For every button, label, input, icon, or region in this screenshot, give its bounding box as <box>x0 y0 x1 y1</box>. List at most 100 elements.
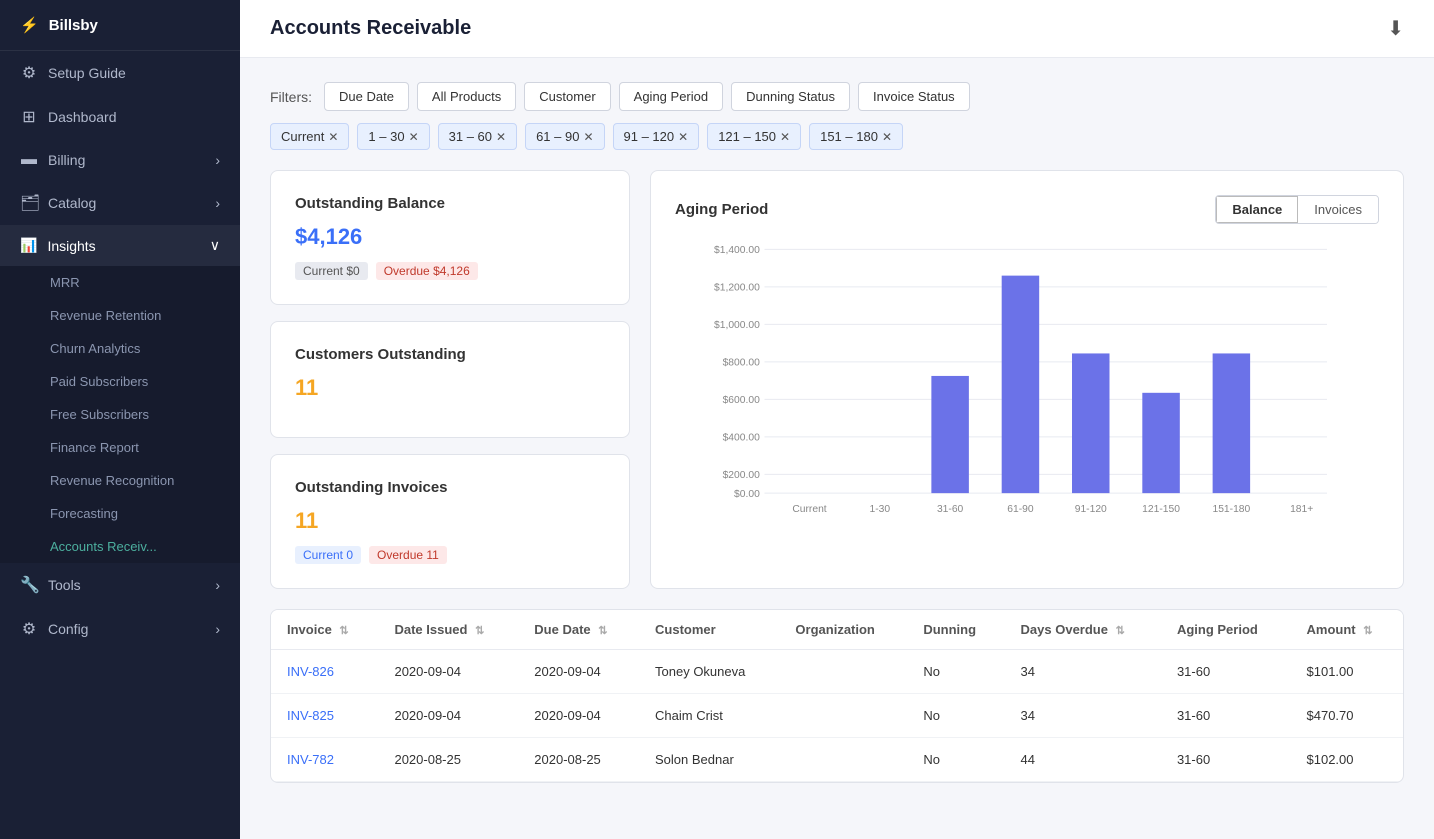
config-label: Config <box>48 621 88 637</box>
sidebar-item-finance-report[interactable]: Finance Report <box>0 431 240 464</box>
toggle-balance-button[interactable]: Balance <box>1216 196 1298 223</box>
invoice-link[interactable]: INV-782 <box>271 738 378 782</box>
aging-period-cell: 31-60 <box>1161 738 1291 782</box>
sidebar: ⚡ Billsby ⚙ Setup Guide ⊞ Dashboard ▬ Bi… <box>0 0 240 839</box>
filter-tag-91-120[interactable]: 91 – 120 ✕ <box>613 123 700 150</box>
sort-icon[interactable]: ⇅ <box>1363 625 1372 637</box>
remove-151-180-icon[interactable]: ✕ <box>882 130 892 144</box>
sidebar-item-setup-guide[interactable]: ⚙ Setup Guide <box>0 51 240 95</box>
catalog-icon: 🗂 <box>20 193 38 213</box>
sidebar-item-paid-subscribers[interactable]: Paid Subscribers <box>0 365 240 398</box>
dunning-cell: No <box>907 738 1004 782</box>
outstanding-invoices-title: Outstanding Invoices <box>295 479 605 496</box>
filter-all-products[interactable]: All Products <box>417 82 516 111</box>
invoices-table: Invoice ⇅ Date Issued ⇅ Due Date ⇅ Cus <box>270 609 1404 783</box>
outstanding-invoices-card: Outstanding Invoices 11 Current 0 Overdu… <box>270 454 630 589</box>
remove-current-icon[interactable]: ✕ <box>328 130 338 144</box>
invoice-link[interactable]: INV-826 <box>271 650 378 694</box>
filters-label: Filters: <box>270 89 312 105</box>
sidebar-item-label: Billing <box>48 152 85 168</box>
remove-1-30-icon[interactable]: ✕ <box>409 130 419 144</box>
sidebar-item-tools[interactable]: 🔧 Tools › <box>0 563 240 607</box>
page-header: Accounts Receivable ⬇ <box>240 0 1434 58</box>
insights-submenu: MRR Revenue Retention Churn Analytics Pa… <box>0 266 240 563</box>
amount-cell: $102.00 <box>1291 738 1403 782</box>
filter-tag-31-60[interactable]: 31 – 60 ✕ <box>438 123 517 150</box>
sidebar-item-config[interactable]: ⚙ Config › <box>0 607 240 651</box>
sidebar-item-mrr[interactable]: MRR <box>0 266 240 299</box>
chart-title: Aging Period <box>675 201 768 218</box>
app-name: Billsby <box>49 17 98 34</box>
filter-invoice-status[interactable]: Invoice Status <box>858 82 970 111</box>
sidebar-item-insights[interactable]: 📊 Insights ∨ <box>0 225 240 266</box>
filter-customer[interactable]: Customer <box>524 82 610 111</box>
sub-item-label: Revenue Retention <box>50 308 161 323</box>
table-head: Invoice ⇅ Date Issued ⇅ Due Date ⇅ Cus <box>271 610 1403 650</box>
organization-cell <box>779 738 907 782</box>
toggle-invoices-button[interactable]: Invoices <box>1298 196 1378 223</box>
remove-61-90-icon[interactable]: ✕ <box>583 130 593 144</box>
col-organization: Organization <box>779 610 907 650</box>
billing-icon: ▬ <box>20 151 38 169</box>
setup-guide-icon: ⚙ <box>20 63 38 83</box>
chevron-right-icon: › <box>215 152 220 168</box>
filter-tag-151-180[interactable]: 151 – 180 ✕ <box>809 123 903 150</box>
sort-icon[interactable]: ⇅ <box>1116 625 1125 637</box>
organization-cell <box>779 650 907 694</box>
dunning-cell: No <box>907 650 1004 694</box>
cards-column: Outstanding Balance $4,126 Current $0 Ov… <box>270 170 630 589</box>
sidebar-item-free-subscribers[interactable]: Free Subscribers <box>0 398 240 431</box>
bar-chart: $1,400.00 $1,200.00 $1,000.00 $800.00 $6… <box>675 240 1379 540</box>
sidebar-item-billing[interactable]: ▬ Billing › <box>0 139 240 181</box>
remove-31-60-icon[interactable]: ✕ <box>496 130 506 144</box>
download-button[interactable]: ⬇ <box>1387 16 1404 41</box>
current-invoices-badge: Current 0 <box>295 546 361 564</box>
sidebar-item-forecasting[interactable]: Forecasting <box>0 497 240 530</box>
tools-label: Tools <box>48 577 81 593</box>
remove-121-150-icon[interactable]: ✕ <box>780 130 790 144</box>
sort-icon[interactable]: ⇅ <box>339 625 348 637</box>
filter-due-date[interactable]: Due Date <box>324 82 409 111</box>
chart-header: Aging Period Balance Invoices <box>675 195 1379 224</box>
sort-icon[interactable]: ⇅ <box>598 625 607 637</box>
filter-tag-61-90[interactable]: 61 – 90 ✕ <box>525 123 604 150</box>
chevron-right-icon: › <box>215 577 220 593</box>
outstanding-balance-value: $4,126 <box>295 224 605 250</box>
sub-item-label: Finance Report <box>50 440 139 455</box>
remove-91-120-icon[interactable]: ✕ <box>678 130 688 144</box>
sidebar-item-catalog[interactable]: 🗂 Catalog › <box>0 181 240 225</box>
svg-text:121-150: 121-150 <box>1142 504 1180 515</box>
tools-icon: 🔧 <box>20 575 38 595</box>
sort-icon[interactable]: ⇅ <box>475 625 484 637</box>
outstanding-invoices-footer: Current 0 Overdue 11 <box>295 546 605 564</box>
sub-item-label: Forecasting <box>50 506 118 521</box>
filter-dunning-status[interactable]: Dunning Status <box>731 82 850 111</box>
days-overdue-cell: 44 <box>1005 738 1161 782</box>
sidebar-item-revenue-retention[interactable]: Revenue Retention <box>0 299 240 332</box>
filter-tag-121-150[interactable]: 121 – 150 ✕ <box>707 123 801 150</box>
insights-icon: 📊 <box>20 237 37 254</box>
sub-item-label: Free Subscribers <box>50 407 149 422</box>
sidebar-item-revenue-recognition[interactable]: Revenue Recognition <box>0 464 240 497</box>
page-content: Filters: Due Date All Products Customer … <box>240 58 1434 807</box>
filter-tag-current[interactable]: Current ✕ <box>270 123 349 150</box>
sidebar-item-churn-analytics[interactable]: Churn Analytics <box>0 332 240 365</box>
svg-text:31-60: 31-60 <box>937 504 964 515</box>
table-row: INV-826 2020-09-04 2020-09-04 Toney Okun… <box>271 650 1403 694</box>
config-icon: ⚙ <box>20 619 38 639</box>
bar-chart-svg: $1,400.00 $1,200.00 $1,000.00 $800.00 $6… <box>675 240 1379 540</box>
sub-item-label: Accounts Receiv... <box>50 539 157 554</box>
svg-text:$1,200.00: $1,200.00 <box>714 283 760 294</box>
filter-tag-1-30[interactable]: 1 – 30 ✕ <box>357 123 429 150</box>
filters-row: Filters: Due Date All Products Customer … <box>270 82 1404 111</box>
outstanding-balance-card: Outstanding Balance $4,126 Current $0 Ov… <box>270 170 630 305</box>
dashboard-icon: ⊞ <box>20 107 38 127</box>
sidebar-item-accounts-receivable[interactable]: Accounts Receiv... <box>0 530 240 563</box>
invoice-link[interactable]: INV-825 <box>271 694 378 738</box>
sidebar-item-dashboard[interactable]: ⊞ Dashboard <box>0 95 240 139</box>
logo-icon: ⚡ <box>20 16 39 34</box>
svg-text:$1,400.00: $1,400.00 <box>714 245 760 256</box>
sidebar-logo: ⚡ Billsby <box>0 0 240 51</box>
amount-cell: $470.70 <box>1291 694 1403 738</box>
filter-aging-period[interactable]: Aging Period <box>619 82 723 111</box>
